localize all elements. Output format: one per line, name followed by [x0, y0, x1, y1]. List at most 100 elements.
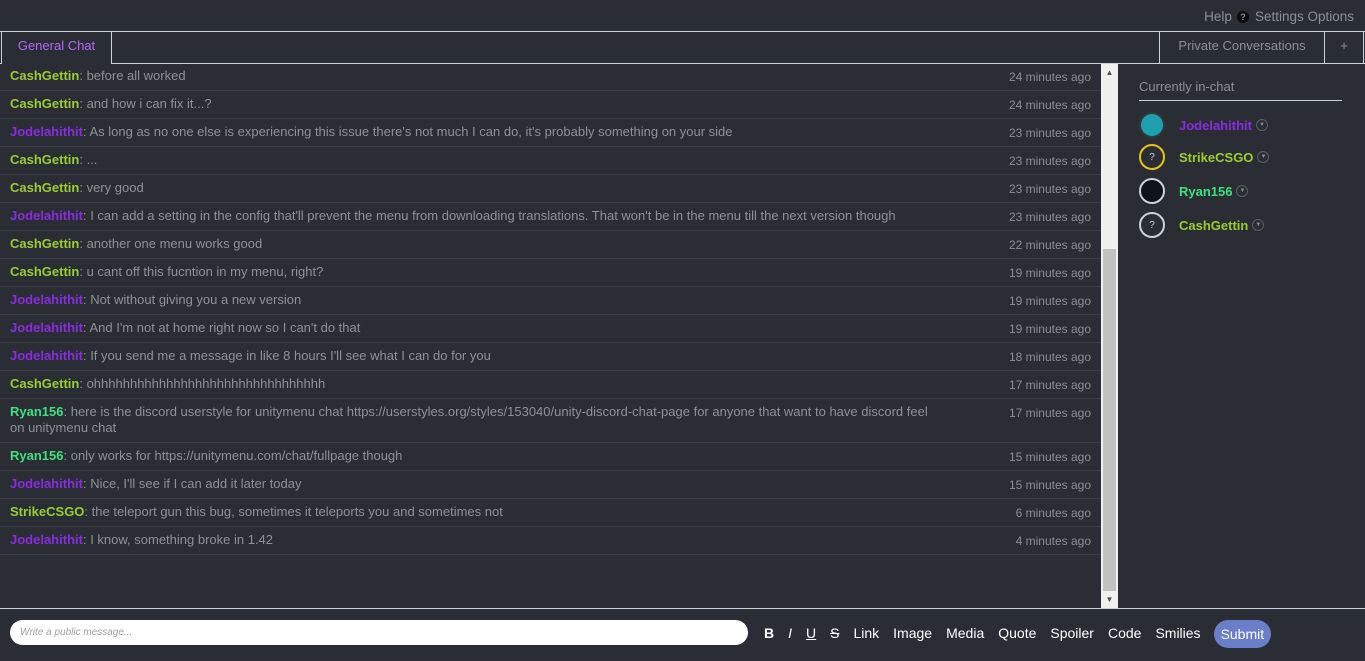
message-author[interactable]: CashGettin	[10, 180, 79, 195]
message-author[interactable]: CashGettin	[10, 264, 79, 279]
message-author[interactable]: CashGettin	[10, 68, 79, 83]
message-composer: BIUSLinkImageMediaQuoteSpoilerCodeSmilie…	[0, 608, 1365, 661]
spoiler-button[interactable]: Spoiler	[1043, 620, 1101, 647]
message-text: and how i can fix it...?	[86, 96, 212, 111]
message-text: And I'm not at home right now so I can't…	[89, 320, 361, 335]
online-user[interactable]: ? StrikeCSGO ▼	[1139, 142, 1270, 172]
message-author[interactable]: Jodelahithit	[10, 208, 83, 223]
message-text: before all worked	[86, 68, 186, 83]
question-mark-avatar[interactable]: ?	[1139, 212, 1165, 238]
message-time: 19 minutes ago	[1008, 294, 1091, 308]
link-button[interactable]: Link	[846, 620, 886, 647]
image-button[interactable]: Image	[886, 620, 939, 647]
message-time: 24 minutes ago	[1008, 70, 1091, 84]
message-colon: :	[79, 376, 87, 391]
message-author[interactable]: Jodelahithit	[10, 124, 83, 139]
message-author[interactable]: Jodelahithit	[10, 476, 83, 491]
online-user-name[interactable]: Jodelahithit	[1179, 118, 1252, 133]
message-author[interactable]: Ryan156	[10, 404, 63, 419]
code-button[interactable]: Code	[1101, 620, 1148, 647]
chat-message: CashGettin: and how i can fix it...? 24 m…	[0, 91, 1101, 119]
message-time: 19 minutes ago	[1008, 266, 1091, 280]
message-author[interactable]: CashGettin	[10, 376, 79, 391]
underline-button[interactable]: U	[799, 620, 823, 647]
chat-message: CashGettin: very good 23 minutes ago	[0, 175, 1101, 203]
chat-message: Jodelahithit: I know, something broke in…	[0, 527, 1101, 555]
blue-swirl-avatar[interactable]	[1139, 112, 1165, 138]
tab-bar: General Chat Private Conversations +	[0, 31, 1365, 64]
chat-message: Jodelahithit: As long as no one else is …	[0, 119, 1101, 147]
smilies-button[interactable]: Smilies	[1148, 620, 1207, 647]
media-button[interactable]: Media	[939, 620, 991, 647]
scrollbar[interactable]: ▲ ▼	[1101, 64, 1118, 608]
message-colon: :	[79, 236, 87, 251]
scroll-down-arrow-icon[interactable]: ▼	[1101, 591, 1118, 608]
strikethrough-button[interactable]: S	[823, 620, 846, 647]
message-text: I can add a setting in the config that'l…	[90, 208, 896, 223]
message-colon: :	[79, 96, 87, 111]
italic-button[interactable]: I	[781, 620, 799, 647]
chat-message: Jodelahithit: Nice, I'll see if I can ad…	[0, 471, 1101, 499]
message-time: 4 minutes ago	[1015, 534, 1091, 548]
chevron-down-icon[interactable]: ▼	[1255, 119, 1268, 131]
message-time: 15 minutes ago	[1008, 478, 1091, 492]
dark-logo-avatar[interactable]	[1139, 178, 1165, 204]
tab-private-conversations[interactable]: Private Conversations	[1159, 32, 1325, 64]
message-author[interactable]: Jodelahithit	[10, 348, 83, 363]
online-user-name[interactable]: Ryan156	[1179, 184, 1232, 199]
tab-general-chat[interactable]: General Chat	[1, 32, 112, 64]
chat-message: CashGettin: ohhhhhhhhhhhhhhhhhhhhhhhhhhh…	[0, 371, 1101, 399]
chevron-down-icon[interactable]: ▼	[1257, 151, 1270, 163]
message-colon: :	[84, 504, 92, 519]
message-author[interactable]: CashGettin	[10, 236, 79, 251]
message-text: If you send me a message in like 8 hours…	[90, 348, 491, 363]
scroll-up-arrow-icon[interactable]: ▲	[1101, 64, 1118, 81]
message-author[interactable]: CashGettin	[10, 96, 79, 111]
message-time: 15 minutes ago	[1008, 450, 1091, 464]
scroll-thumb[interactable]	[1103, 249, 1116, 591]
message-time: 23 minutes ago	[1008, 154, 1091, 168]
quote-button[interactable]: Quote	[991, 620, 1043, 647]
help-icon[interactable]: ?	[1236, 10, 1249, 23]
message-author[interactable]: Jodelahithit	[10, 292, 83, 307]
message-time: 24 minutes ago	[1008, 98, 1091, 112]
chat-message: CashGettin: before all worked 24 minutes …	[0, 63, 1101, 91]
message-time: 17 minutes ago	[1008, 378, 1091, 392]
chevron-down-icon[interactable]: ▼	[1236, 185, 1249, 197]
message-author[interactable]: Jodelahithit	[10, 532, 83, 547]
message-author[interactable]: CashGettin	[10, 152, 79, 167]
help-link[interactable]: Help	[1204, 9, 1232, 24]
settings-options-link[interactable]: Settings Options	[1255, 9, 1354, 24]
message-input[interactable]	[10, 620, 748, 645]
message-text: Not without giving you a new version	[90, 292, 302, 307]
chat-message: CashGettin: another one menu works good 2…	[0, 231, 1101, 259]
new-tab-button[interactable]: +	[1325, 32, 1364, 64]
message-time: 23 minutes ago	[1008, 126, 1091, 140]
message-time: 23 minutes ago	[1008, 210, 1091, 224]
chevron-down-icon[interactable]: ▼	[1252, 219, 1265, 231]
chat-message: Ryan156: here is the discord userstyle f…	[0, 399, 1101, 443]
message-author[interactable]: Ryan156	[10, 448, 63, 463]
chat-message: Ryan156: only works for https://unitymen…	[0, 443, 1101, 471]
chat-message: Jodelahithit: Not without giving you a n…	[0, 287, 1101, 315]
message-text: here is the discord userstyle for unitym…	[10, 404, 928, 435]
question-mark-avatar[interactable]: ?	[1139, 144, 1165, 170]
online-users-title: Currently in-chat	[1139, 79, 1342, 101]
message-text: u cant off this fucntion in my menu, rig…	[86, 264, 324, 279]
format-toolbar: B I U S Link Image Media Quote Spoiler Code Smilie…	[757, 619, 1272, 648]
message-text: I know, something broke in 1.42	[90, 532, 274, 547]
message-text: only works for https://unitymenu.com/cha…	[70, 448, 403, 463]
online-user[interactable]: ? CashGettin ▼	[1139, 210, 1265, 240]
online-user-name[interactable]: CashGettin	[1179, 218, 1248, 233]
message-author[interactable]: StrikeCSGO	[10, 504, 84, 519]
submit-button[interactable]: Submit	[1213, 619, 1272, 648]
message-author[interactable]: Jodelahithit	[10, 320, 83, 335]
bold-button[interactable]: B	[757, 620, 781, 647]
message-text: ohhhhhhhhhhhhhhhhhhhhhhhhhhhhhhhh	[86, 376, 326, 391]
message-list: CashGettin: before all worked 24 minutes …	[0, 63, 1101, 608]
online-user-name[interactable]: StrikeCSGO	[1179, 150, 1253, 165]
online-user[interactable]: Ryan156 ▼	[1139, 176, 1249, 206]
message-time: 18 minutes ago	[1008, 350, 1091, 364]
message-time: 6 minutes ago	[1015, 506, 1091, 520]
online-user[interactable]: Jodelahithit ▼	[1139, 110, 1268, 140]
